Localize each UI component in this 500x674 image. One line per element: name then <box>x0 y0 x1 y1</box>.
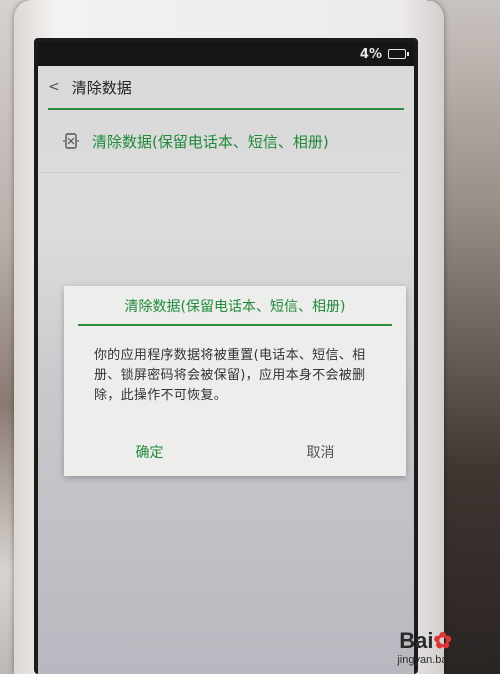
phone-screen: 4% < 清除数据 清除数据(保留电话本、短信、相册) 清除数据(保留电话本、短… <box>34 38 418 674</box>
screen-display: 4% < 清除数据 清除数据(保留电话本、短信、相册) 清除数据(保留电话本、短… <box>38 42 414 674</box>
back-icon[interactable]: < <box>48 79 60 95</box>
cancel-button[interactable]: 取消 <box>235 442 406 462</box>
watermark-brand: Bai <box>399 628 434 653</box>
status-bar: 4% <box>38 42 414 66</box>
phone-body: 4% < 清除数据 清除数据(保留电话本、短信、相册) 清除数据(保留电话本、短… <box>14 0 444 674</box>
confirm-dialog: 清除数据(保留电话本、短信、相册) 你的应用程序数据将被重置(电话本、短信、相册… <box>64 286 406 476</box>
page-header: < 清除数据 <box>38 66 414 108</box>
watermark-brand-cn: 经验 <box>453 635 486 652</box>
baidu-watermark: Bai✿ 经验 jingyan.baidu.com <box>397 628 486 666</box>
clear-data-option[interactable]: 清除数据(保留电话本、短信、相册) <box>38 110 404 173</box>
dialog-buttons: 确定 取消 <box>64 442 406 462</box>
battery-icon <box>388 49 409 59</box>
dialog-title: 清除数据(保留电话本、短信、相册) <box>124 299 346 315</box>
phone-clean-icon <box>63 133 79 149</box>
watermark-url: jingyan.baidu.com <box>397 654 486 666</box>
dialog-message: 你的应用程序数据将被重置(电话本、短信、相册、锁屏密码将会被保留)，应用本身不会… <box>94 348 366 403</box>
page-title: 清除数据 <box>71 78 132 97</box>
clear-data-option-label: 清除数据(保留电话本、短信、相册) <box>92 132 329 151</box>
confirm-button[interactable]: 确定 <box>64 442 235 462</box>
paw-icon: ✿ <box>433 628 452 653</box>
watermark-logo: Bai✿ 经验 <box>397 628 486 654</box>
battery-level: 4% <box>359 46 382 62</box>
